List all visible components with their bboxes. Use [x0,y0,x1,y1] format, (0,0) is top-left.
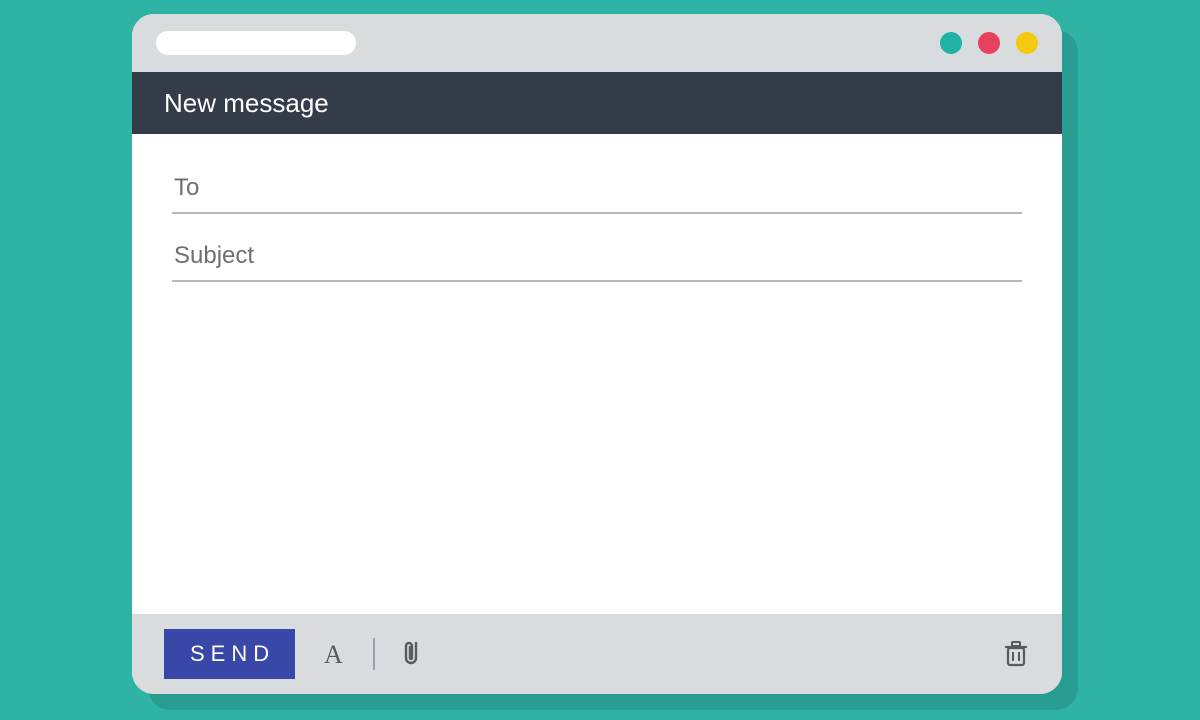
send-button[interactable]: SEND [164,629,295,679]
toolbar-divider [373,638,375,670]
attachment-icon[interactable] [401,639,423,669]
address-bar[interactable] [156,31,356,55]
header-title: New message [164,88,329,119]
subject-input[interactable] [174,242,1020,270]
text-format-icon[interactable]: A [321,639,347,669]
compose-window: New message SEND A [132,14,1062,694]
svg-text:A: A [324,640,343,669]
close-dot[interactable] [978,32,1000,54]
compose-header: New message [132,72,1062,134]
minimize-dot[interactable] [940,32,962,54]
compose-footer: SEND A [132,614,1062,694]
message-body[interactable] [172,300,1022,560]
subject-field[interactable] [172,232,1022,282]
titlebar [132,14,1062,72]
to-field[interactable] [172,164,1022,214]
trash-icon[interactable] [1002,639,1030,669]
compose-body [132,134,1062,614]
window-controls [940,32,1038,54]
to-input[interactable] [174,174,1020,202]
maximize-dot[interactable] [1016,32,1038,54]
